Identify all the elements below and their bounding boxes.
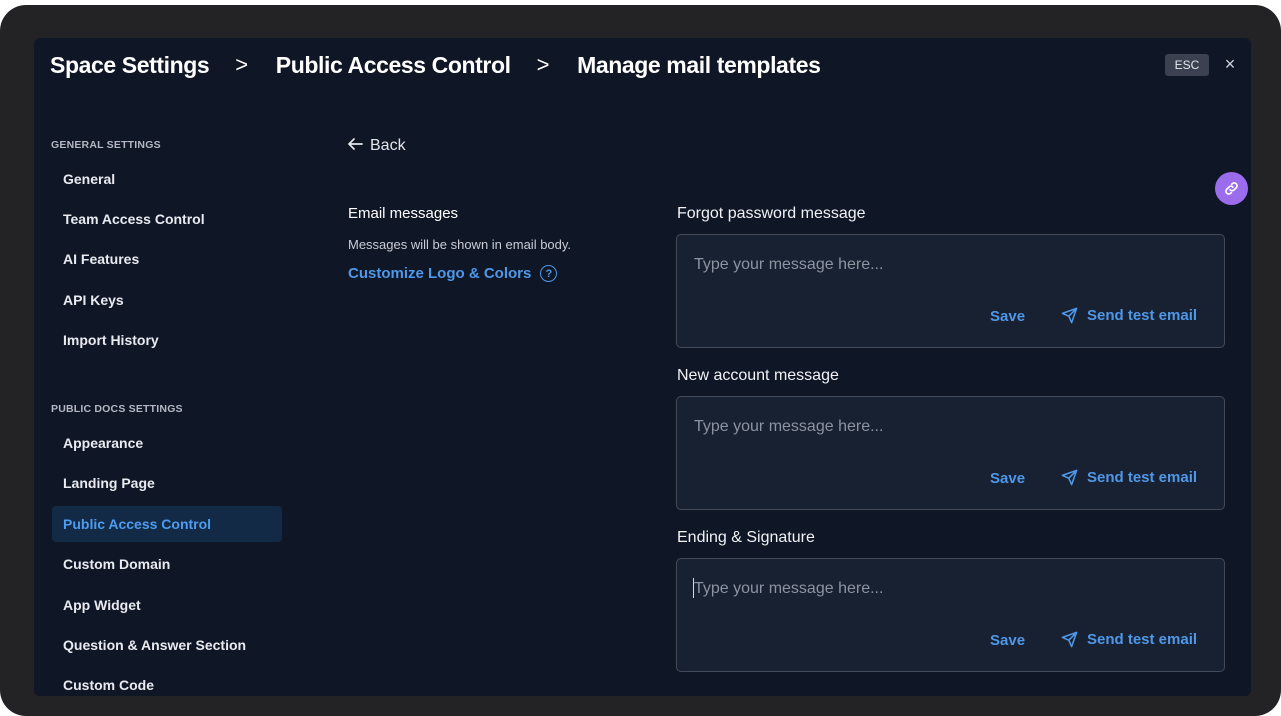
- link-fab-button[interactable]: [1215, 172, 1248, 205]
- save-button[interactable]: Save: [990, 632, 1025, 649]
- send-test-email-button[interactable]: Send test email: [1061, 469, 1197, 486]
- customize-logo-colors-link[interactable]: Customize Logo & Colors ?: [348, 265, 558, 282]
- ending-signature-box: Save Send test email: [676, 558, 1225, 672]
- sidebar-item-team-access-control[interactable]: Team Access Control: [52, 201, 282, 237]
- ending-signature-input[interactable]: [694, 577, 1194, 601]
- forgot-password-label: Forgot password message: [677, 205, 866, 222]
- close-icon[interactable]: ×: [1222, 53, 1238, 75]
- save-button[interactable]: Save: [990, 308, 1025, 325]
- send-test-email-label: Send test email: [1087, 469, 1198, 486]
- email-messages-description: Messages will be shown in email body.: [348, 237, 572, 252]
- paper-plane-icon: [1061, 469, 1078, 486]
- send-test-email-button[interactable]: Send test email: [1061, 307, 1197, 324]
- breadcrumb-space-settings[interactable]: Space Settings: [50, 52, 210, 79]
- back-button[interactable]: Back: [348, 137, 406, 155]
- forgot-password-input[interactable]: [694, 253, 1194, 277]
- sidebar-item-app-widget[interactable]: App Widget: [52, 587, 282, 623]
- breadcrumb-separator: >: [536, 52, 550, 77]
- sidebar-item-api-keys[interactable]: API Keys: [52, 282, 282, 318]
- sidebar-item-public-access-control[interactable]: Public Access Control: [52, 506, 282, 542]
- sidebar-item-import-history[interactable]: Import History: [52, 322, 282, 358]
- ending-signature-label: Ending & Signature: [677, 529, 815, 546]
- back-label: Back: [370, 137, 406, 154]
- breadcrumb-public-access-control[interactable]: Public Access Control: [276, 52, 511, 79]
- sidebar-item-appearance[interactable]: Appearance: [52, 425, 282, 461]
- sidebar-item-ai-features[interactable]: AI Features: [52, 241, 282, 277]
- send-test-email-button[interactable]: Send test email: [1061, 631, 1197, 648]
- paper-plane-icon: [1061, 631, 1078, 648]
- general-settings-heading: GENERAL SETTINGS: [51, 139, 161, 151]
- sidebar-item-landing-page[interactable]: Landing Page: [52, 465, 282, 501]
- arrow-left-icon: [348, 137, 363, 155]
- page-title: Manage mail templates: [577, 51, 821, 78]
- public-docs-settings-heading: PUBLIC DOCS SETTINGS: [51, 403, 183, 415]
- sidebar-item-custom-domain[interactable]: Custom Domain: [52, 546, 282, 582]
- sidebar-item-general[interactable]: General: [52, 161, 282, 197]
- link-icon: [1225, 182, 1238, 195]
- sidebar-item-question-answer-section[interactable]: Question & Answer Section: [52, 627, 282, 663]
- new-account-box: Save Send test email: [676, 396, 1225, 510]
- send-test-email-label: Send test email: [1087, 307, 1198, 324]
- paper-plane-icon: [1061, 307, 1078, 324]
- question-circle-icon[interactable]: ?: [540, 265, 558, 282]
- window-frame: Space Settings > Public Access Control >…: [0, 5, 1281, 716]
- send-test-email-label: Send test email: [1087, 631, 1198, 648]
- customize-link-label: Customize Logo & Colors: [348, 265, 532, 282]
- save-button[interactable]: Save: [990, 470, 1025, 487]
- text-cursor: [693, 578, 694, 598]
- esc-badge[interactable]: ESC: [1165, 54, 1209, 76]
- new-account-label: New account message: [677, 367, 839, 384]
- breadcrumb-separator: >: [235, 52, 248, 77]
- settings-modal: Space Settings > Public Access Control >…: [34, 38, 1251, 696]
- email-messages-title: Email messages: [348, 205, 459, 222]
- sidebar-item-custom-code[interactable]: Custom Code: [52, 667, 282, 696]
- forgot-password-box: Save Send test email: [676, 234, 1225, 348]
- new-account-input[interactable]: [694, 415, 1194, 439]
- breadcrumb: Space Settings > Public Access Control >…: [50, 50, 821, 80]
